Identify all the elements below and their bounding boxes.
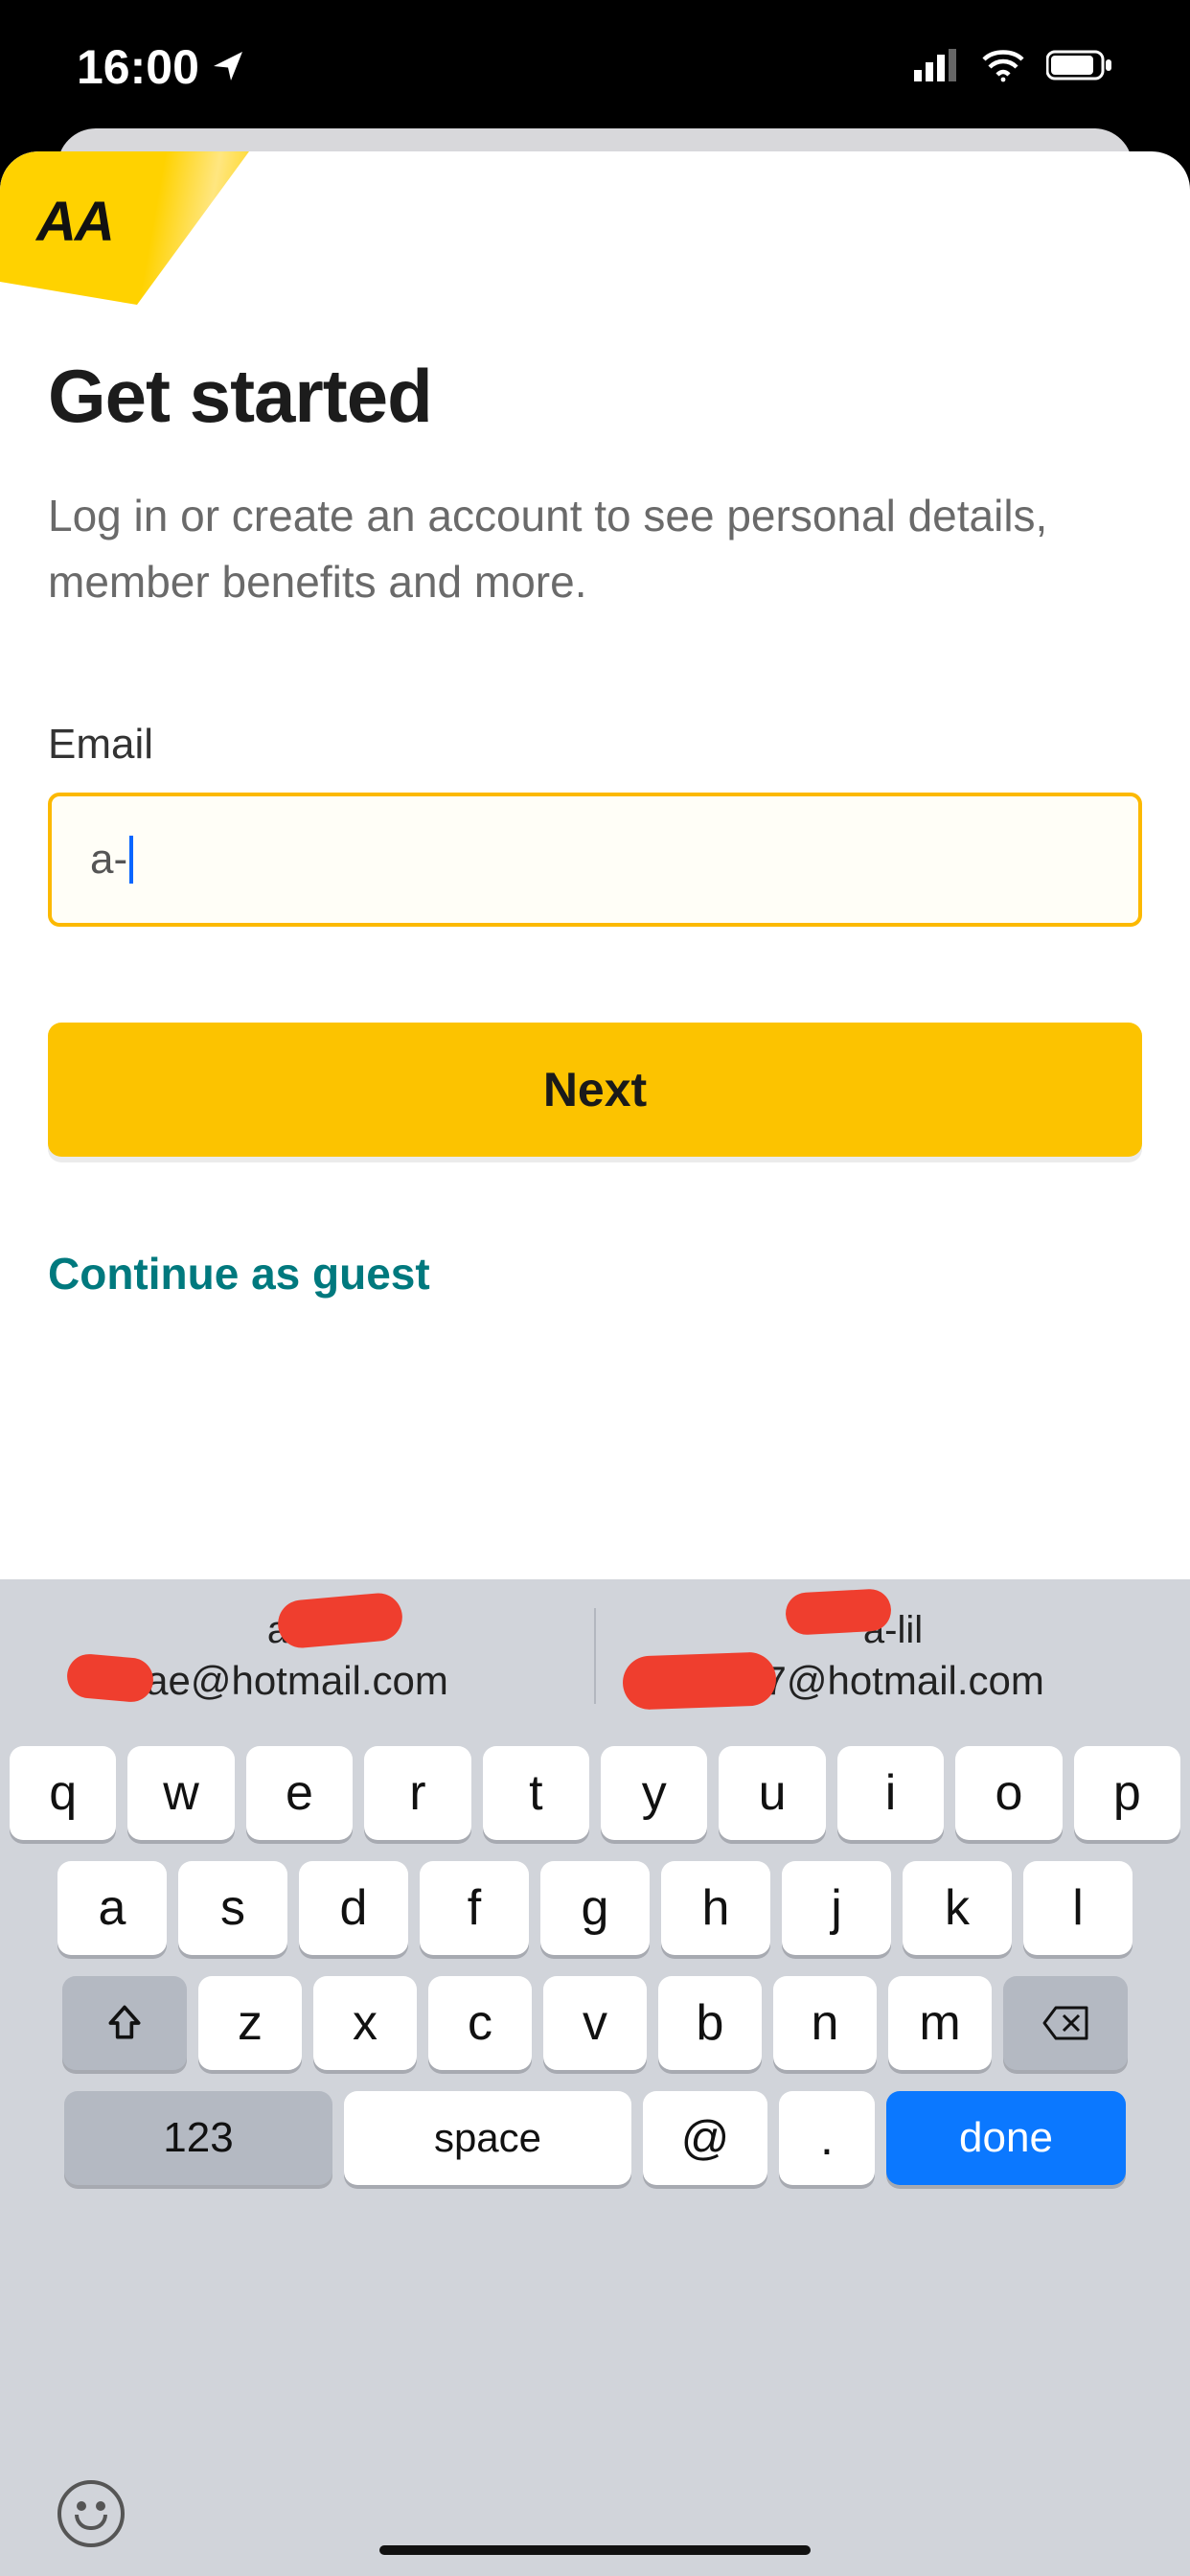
key-n[interactable]: n xyxy=(773,1976,877,2070)
numbers-key[interactable]: 123 xyxy=(64,2091,332,2185)
key-rows: q w e r t y u i o p a s d f g h xyxy=(0,1733,1190,2185)
key-w[interactable]: w xyxy=(127,1746,234,1840)
key-m[interactable]: m xyxy=(888,1976,992,2070)
status-left: 16:00 xyxy=(77,39,245,95)
done-key[interactable]: done xyxy=(886,2091,1126,2185)
key-a[interactable]: a xyxy=(57,1861,167,1955)
battery-icon xyxy=(1046,49,1113,86)
shift-icon xyxy=(103,2002,146,2044)
key-v[interactable]: v xyxy=(543,1976,647,2070)
page-subtitle: Log in or create an account to see perso… xyxy=(48,483,1142,615)
key-d[interactable]: d xyxy=(299,1861,408,1955)
suggestion-1-line2: ae@hotmail.com xyxy=(146,1658,448,1704)
shift-key[interactable] xyxy=(62,1976,187,2070)
key-row-3: z x c v b n m xyxy=(10,1976,1180,2070)
text-cursor xyxy=(129,836,133,884)
wifi-icon xyxy=(979,48,1027,87)
content-area: Get started Log in or create an account … xyxy=(48,353,1142,1300)
key-j[interactable]: j xyxy=(782,1861,891,1955)
redaction-mark xyxy=(785,1588,892,1636)
key-u[interactable]: u xyxy=(719,1746,825,1840)
key-t[interactable]: t xyxy=(483,1746,589,1840)
email-input[interactable]: a- xyxy=(48,793,1142,927)
email-label: Email xyxy=(48,721,1142,769)
key-row-4: 123 space @ . done xyxy=(10,2091,1180,2185)
status-bar: 16:00 xyxy=(0,0,1190,134)
home-indicator[interactable] xyxy=(379,2545,811,2555)
key-b[interactable]: b xyxy=(658,1976,762,2070)
key-q[interactable]: q xyxy=(10,1746,116,1840)
cellular-icon xyxy=(914,49,960,86)
key-l[interactable]: l xyxy=(1023,1861,1133,1955)
page-title: Get started xyxy=(48,353,1142,440)
status-right xyxy=(914,48,1113,87)
continue-guest-link[interactable]: Continue as guest xyxy=(48,1248,1142,1300)
key-z[interactable]: z xyxy=(198,1976,302,2070)
at-key[interactable]: @ xyxy=(643,2091,767,2185)
key-i[interactable]: i xyxy=(837,1746,944,1840)
suggestion-2-line2: 67@hotmail.com xyxy=(742,1658,1044,1704)
emoji-button[interactable] xyxy=(57,2480,125,2547)
emoji-icon xyxy=(75,2515,107,2530)
key-p[interactable]: p xyxy=(1074,1746,1180,1840)
next-button-label: Next xyxy=(543,1062,647,1117)
email-value: a- xyxy=(90,836,133,884)
key-f[interactable]: f xyxy=(420,1861,529,1955)
brand-logo: AA xyxy=(0,151,249,314)
email-text: a- xyxy=(90,836,127,884)
key-row-1: q w e r t y u i o p xyxy=(10,1746,1180,1840)
dot-key[interactable]: . xyxy=(779,2091,875,2185)
suggestion-bar: a-lil ae@hotmail.com a-lil 67@hotmail.co… xyxy=(0,1579,1190,1733)
key-y[interactable]: y xyxy=(601,1746,707,1840)
backspace-key[interactable] xyxy=(1003,1976,1128,2070)
device-frame: 16:00 AA Get started Log in or create xyxy=(0,0,1190,2576)
keyboard-bottom-bar xyxy=(0,2451,1190,2576)
backspace-icon xyxy=(1041,2004,1090,2042)
status-time: 16:00 xyxy=(77,39,199,95)
keyboard: a-lil ae@hotmail.com a-lil 67@hotmail.co… xyxy=(0,1579,1190,2576)
key-row-2: a s d f g h j k l xyxy=(10,1861,1180,1955)
location-icon xyxy=(211,39,245,95)
key-h[interactable]: h xyxy=(661,1861,770,1955)
key-x[interactable]: x xyxy=(313,1976,417,2070)
key-r[interactable]: r xyxy=(364,1746,470,1840)
key-s[interactable]: s xyxy=(178,1861,287,1955)
guest-link-label: Continue as guest xyxy=(48,1249,430,1299)
key-g[interactable]: g xyxy=(540,1861,650,1955)
space-key[interactable]: space xyxy=(344,2091,631,2185)
redaction-mark xyxy=(622,1651,777,1711)
key-k[interactable]: k xyxy=(903,1861,1012,1955)
key-c[interactable]: c xyxy=(428,1976,532,2070)
logo-text: AA xyxy=(36,190,113,254)
redaction-mark xyxy=(65,1652,155,1704)
main-sheet: AA Get started Log in or create an accou… xyxy=(0,151,1190,2576)
key-o[interactable]: o xyxy=(955,1746,1062,1840)
key-e[interactable]: e xyxy=(246,1746,353,1840)
next-button[interactable]: Next xyxy=(48,1023,1142,1157)
